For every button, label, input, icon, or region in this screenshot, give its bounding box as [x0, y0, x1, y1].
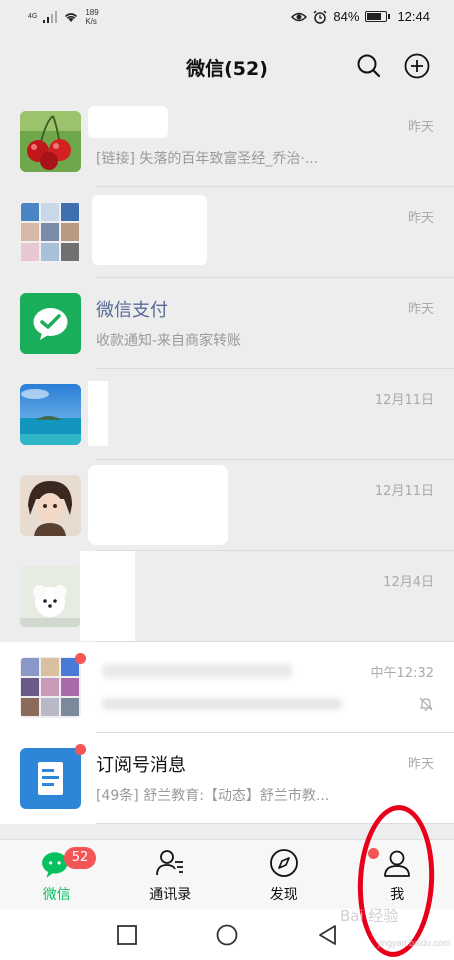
chat-time: 12月4日 — [383, 575, 434, 590]
chat-name: 微信支付 — [96, 300, 168, 321]
chat-time: 中午12:32 — [370, 666, 434, 681]
chat-row-wechat-pay[interactable]: 微信支付 收款通知-来自商家转账 昨天 — [0, 278, 454, 369]
back-icon[interactable] — [316, 923, 340, 947]
battery-percent: 84% — [333, 9, 360, 24]
chat-name: 订阅号消息 — [96, 755, 186, 776]
chat-row[interactable]: [链接] 失落的百年致富圣经_乔治·... 昨天 — [0, 96, 454, 187]
network-speed-value: 189 — [85, 8, 99, 17]
add-icon[interactable] — [403, 52, 431, 80]
unread-dot — [75, 744, 86, 755]
redacted-content — [80, 551, 135, 641]
avatar-group — [20, 657, 81, 718]
page-title: 微信(52) — [186, 58, 268, 80]
clock: 12:44 — [397, 9, 430, 24]
network-speed-unit: K/s — [85, 17, 97, 26]
chat-time: 昨天 — [407, 211, 434, 226]
chat-time: 12月11日 — [374, 484, 434, 499]
alarm-icon — [313, 9, 327, 24]
redacted-name — [88, 106, 168, 138]
redacted-content — [88, 381, 108, 446]
tab-label: 微信 — [42, 887, 71, 903]
compass-icon — [269, 849, 298, 877]
battery-level — [367, 13, 382, 20]
unread-dot — [75, 653, 86, 664]
chat-time: 昨天 — [407, 120, 434, 135]
watermark: Bai 经验 — [340, 907, 399, 925]
watermark-url: jingyan.baidu.com — [378, 938, 451, 948]
status-bar: 4G 189 K/s 84% 12:44 — [0, 0, 454, 36]
chat-row[interactable]: 12月11日 — [0, 369, 454, 460]
chat-row[interactable]: 昨天 — [0, 187, 454, 278]
tab-label: 发现 — [269, 887, 298, 903]
chat-time: 昨天 — [407, 757, 434, 772]
avatar-anime — [20, 475, 81, 536]
eye-icon — [291, 12, 308, 21]
chat-time: 12月11日 — [374, 393, 434, 408]
redacted-content — [92, 195, 207, 265]
wechat-pay-icon — [20, 293, 81, 354]
signal-icon — [43, 11, 58, 23]
mute-bell-icon — [419, 697, 433, 711]
avatar-puppy — [20, 566, 81, 627]
home-icon[interactable] — [215, 923, 239, 947]
chat-preview: [链接] 失落的百年致富圣经_乔治·... — [96, 151, 319, 167]
blurred-preview — [102, 698, 342, 710]
chat-preview: [49条] 舒兰教育:【动态】舒兰市教... — [96, 788, 330, 804]
wifi-icon — [65, 13, 78, 22]
avatar-sea — [20, 384, 81, 445]
chat-row[interactable]: 12月4日 — [0, 551, 454, 642]
tab-label: 通讯录 — [149, 887, 192, 903]
avatar-cherries — [20, 111, 81, 172]
search-icon[interactable] — [355, 52, 383, 80]
status-right: 84% 12:44 — [291, 9, 430, 24]
unread-badge: 52 — [64, 847, 96, 869]
recent-apps-icon[interactable] — [115, 923, 139, 947]
battery-icon — [365, 11, 391, 22]
chat-row-muted[interactable]: 中午12:32 — [0, 642, 454, 733]
title-bar: 微信(52) — [0, 36, 454, 96]
tab-chats[interactable]: 52 微信 — [0, 840, 114, 909]
subscription-icon — [20, 748, 81, 809]
contacts-icon — [156, 850, 184, 876]
status-left: 4G 189 K/s — [28, 8, 99, 26]
redacted-content — [88, 465, 228, 545]
tab-discover[interactable]: 发现 — [227, 840, 379, 909]
avatar-group — [20, 202, 81, 263]
network-type: 4G — [28, 13, 38, 20]
blurred-name — [102, 664, 292, 678]
tab-contacts[interactable]: 通讯录 — [114, 840, 228, 909]
chat-time: 昨天 — [407, 302, 434, 317]
chat-list: [链接] 失落的百年致富圣经_乔治·... 昨天 昨天 微信支付 收款通知-来自… — [0, 96, 454, 824]
chat-preview: 收款通知-来自商家转账 — [96, 333, 242, 349]
chat-row[interactable]: 12月11日 — [0, 460, 454, 551]
